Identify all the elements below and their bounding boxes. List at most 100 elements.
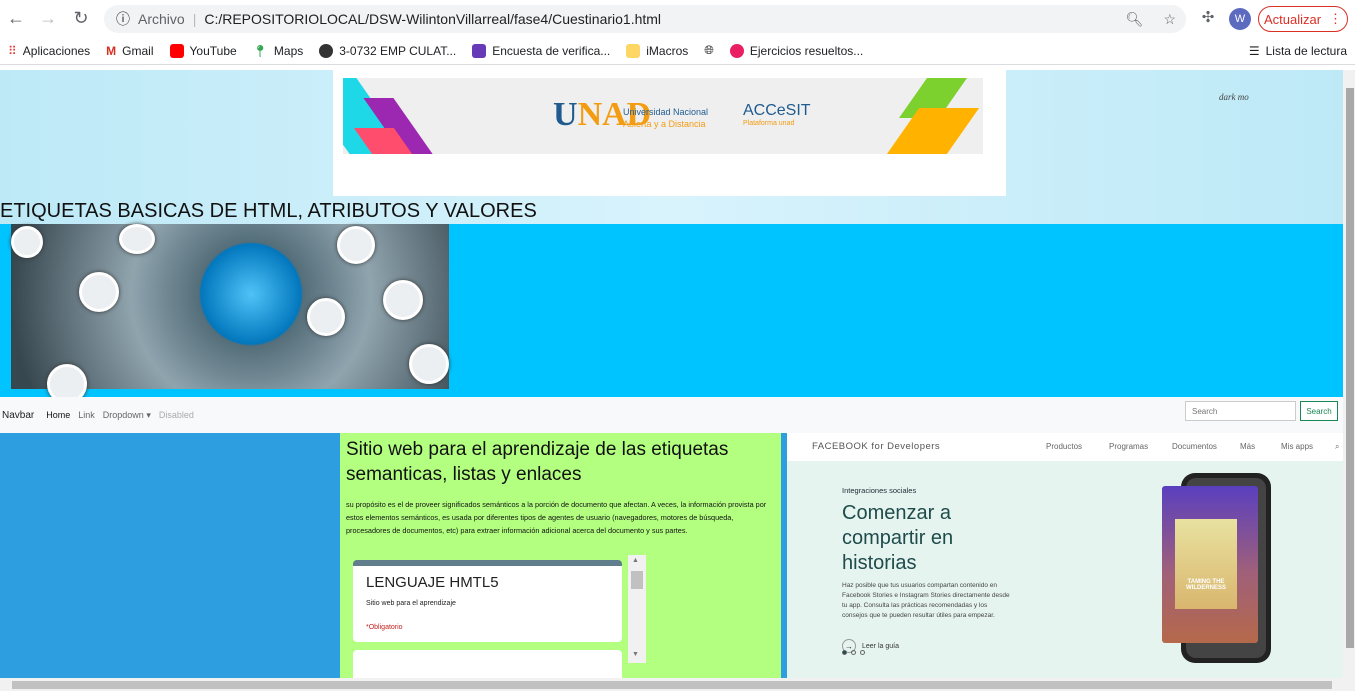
site-icon — [319, 43, 334, 58]
forward-icon[interactable]: → — [37, 8, 59, 29]
bookmark-label: YouTube — [189, 43, 237, 58]
horizontal-scroll-thumb[interactable] — [12, 681, 1332, 689]
nav-disabled: Disabled — [158, 410, 194, 420]
scroll-up-icon[interactable]: ▲ — [632, 557, 639, 564]
form-required: *Obligatorio — [366, 624, 403, 631]
section-title: Sitio web para el aprendizaje de las eti… — [346, 439, 729, 485]
bookmark-label: Aplicaciones — [22, 43, 91, 58]
hero-section — [0, 224, 1343, 404]
bookmarks-bar: ⠿ Aplicaciones M Gmail YouTube 📍︎ Maps 3-07… — [0, 37, 1355, 65]
dropdown-label: Dropdown — [102, 409, 144, 420]
fb-paragraph: Haz posible que tus usuarios compartan c… — [842, 582, 1010, 619]
embedded-form[interactable]: LENGUAJE HMTL5 Sitio web para el aprendi… — [348, 555, 646, 678]
page-title: ETIQUETAS BASICAS DE HTML, ATRIBUTOS Y V… — [0, 200, 537, 222]
search-input[interactable] — [1185, 401, 1296, 421]
forms-icon — [472, 43, 487, 58]
url-bar[interactable]: ⓘ Archivo | C:/REPOSITORIOLOCAL/DSW-Wili… — [104, 5, 1186, 33]
book-cover: TAMING THE WILDERNESS — [1175, 519, 1237, 609]
bookmark-youtube[interactable]: YouTube — [169, 43, 237, 58]
fb-nav-item[interactable]: Programas — [1109, 442, 1148, 451]
bookmark-label: Ejercicios resueltos... — [749, 43, 864, 58]
fb-nav: FACEBOOK for Developers Productos Progra… — [787, 433, 1343, 461]
unad-name: Universidad Nacional Abierta y a Distanci… — [623, 106, 708, 130]
left-column — [0, 433, 340, 678]
fb-nav-item[interactable]: Productos — [1046, 442, 1082, 451]
logo-line: Universidad Nacional — [623, 107, 709, 117]
fb-kicker: Integraciones sociales — [842, 486, 917, 495]
folder-icon — [626, 43, 641, 58]
bookmark-maps[interactable]: 📍︎ Maps — [253, 44, 304, 58]
fb-nav-item[interactable]: Mis apps — [1281, 442, 1313, 451]
carousel-dot[interactable] — [842, 650, 847, 655]
dark-mode-toggle[interactable]: dark mo — [1219, 92, 1249, 102]
address-bar-row: ← → ↻ ⓘ Archivo | C:/REPOSITORIOLOCAL/DS… — [0, 0, 1355, 37]
scroll-down-icon[interactable]: ▼ — [632, 651, 639, 658]
extensions-icon[interactable]: ✣ — [1197, 8, 1219, 26]
globe-network-image — [11, 224, 449, 404]
bookmark-emp[interactable]: 3-0732 EMP CULAT... — [319, 43, 457, 58]
bookmark-label: 3-0732 EMP CULAT... — [339, 43, 457, 58]
zoom-icon[interactable]: 🔍︎ — [1126, 11, 1144, 28]
accesit-logo: ACCeSIT Plataforma unad — [743, 102, 811, 127]
bookmark-label: Maps — [273, 43, 304, 58]
avatar[interactable]: W — [1229, 8, 1251, 30]
divider: | — [192, 11, 197, 27]
navbar-brand[interactable]: Navbar — [2, 410, 34, 421]
form-card — [353, 650, 622, 678]
banner-image: UNAD Universidad Nacional Abierta y a Dis… — [343, 78, 983, 154]
page-scroll-thumb[interactable] — [1346, 88, 1354, 648]
fb-nav-item[interactable]: Documentos — [1172, 442, 1217, 451]
search-button[interactable]: Search — [1300, 401, 1338, 421]
search-icon[interactable]: ⌕ — [1335, 442, 1339, 452]
page-header: UNAD Universidad Nacional Abierta y a Dis… — [0, 70, 1343, 224]
bookmark-globe[interactable]: 🌐︎ — [704, 43, 714, 58]
bookmark-label: Gmail — [122, 43, 154, 58]
accesit-text: ACCeSIT — [743, 102, 811, 119]
update-button[interactable]: Actualizar ⋮ — [1258, 6, 1348, 32]
nav-home[interactable]: Home — [46, 410, 70, 420]
reload-icon[interactable]: ↻ — [70, 8, 92, 29]
accesit-sub: Plataforma unad — [743, 120, 795, 127]
back-icon[interactable]: ← — [5, 8, 27, 29]
main-content: Sitio web para el aprendizaje de las eti… — [340, 433, 781, 678]
apps-icon: ⠿ — [8, 43, 17, 58]
logo-line: Abierta y a Distancia — [623, 119, 706, 129]
guide-label: Leer la guía — [862, 642, 899, 650]
form-scrollbar[interactable]: ▲ ▼ — [628, 555, 646, 663]
gmail-icon: M — [106, 43, 117, 58]
facebook-developers-frame[interactable]: FACEBOOK for Developers Productos Progra… — [787, 433, 1343, 678]
bookmark-label: Encuesta de verifica... — [492, 43, 611, 58]
nav-dropdown[interactable]: Dropdown ▾ — [103, 410, 151, 421]
bookmark-ejercicios[interactable]: Ejercicios resueltos... — [729, 43, 864, 58]
nav-link[interactable]: Link — [78, 410, 95, 420]
carousel-dot[interactable] — [851, 650, 856, 655]
url-text[interactable]: C:/REPOSITORIOLOCAL/DSW-WilintonVillarre… — [204, 11, 661, 27]
info-icon[interactable]: ⓘ — [116, 9, 130, 29]
story-image: TAMING THE WILDERNESS — [1162, 486, 1258, 643]
fb-heading: Comenzar a compartir en historias — [842, 502, 954, 574]
menu-icon: ⋮ — [1329, 11, 1343, 26]
scroll-thumb[interactable] — [631, 571, 643, 589]
section-paragraph: su propósito es el de proveer significad… — [346, 500, 767, 535]
bookmark-label: iMacros — [646, 43, 689, 58]
form-card: LENGUAJE HMTL5 Sitio web para el aprendi… — [353, 560, 622, 642]
site-icon — [729, 43, 744, 58]
update-label: Actualizar — [1263, 11, 1322, 27]
star-icon[interactable]: ☆ — [1163, 11, 1176, 28]
globe-icon: 🌐︎ — [704, 43, 714, 57]
form-subtitle: Sitio web para el aprendizaje — [366, 600, 456, 607]
bookmark-encuesta[interactable]: Encuesta de verifica... — [472, 43, 611, 58]
bookmark-imacros[interactable]: iMacros — [626, 43, 689, 58]
fb-nav-item[interactable]: Más — [1240, 442, 1255, 451]
form-title: LENGUAJE HMTL5 — [366, 574, 499, 591]
bookmark-apps[interactable]: ⠿ Aplicaciones — [8, 44, 90, 58]
maps-icon: 📍︎ — [252, 43, 268, 58]
bookmark-gmail[interactable]: M Gmail — [106, 44, 153, 58]
caret-down-icon: ▾ — [146, 409, 151, 420]
navbar: Navbar Home Link Dropdown ▾ Disabled Sea… — [0, 397, 1343, 433]
reading-list[interactable]: ☰ Lista de lectura — [1249, 44, 1347, 58]
banner: UNAD Universidad Nacional Abierta y a Dis… — [333, 70, 1006, 196]
fb-logo[interactable]: FACEBOOK for Developers — [812, 441, 940, 452]
reading-list-icon: ☰ — [1248, 43, 1260, 58]
carousel-dot[interactable] — [860, 650, 865, 655]
